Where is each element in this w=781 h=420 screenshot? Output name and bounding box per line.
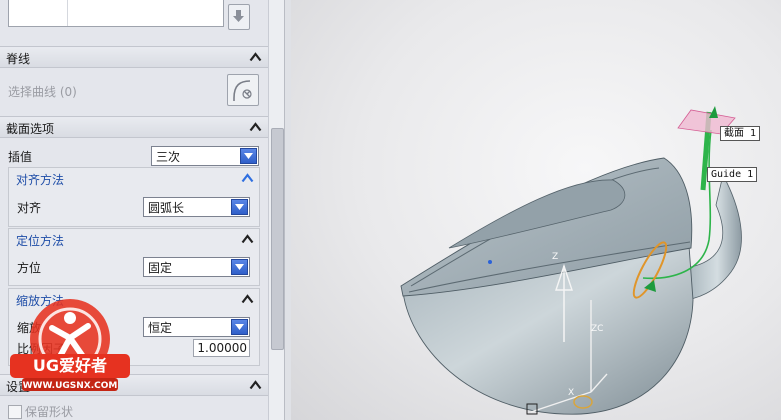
section-options-header[interactable]: 截面选项: [0, 116, 268, 138]
x-axis-label: X: [568, 388, 575, 398]
orientation-value: 固定: [148, 261, 173, 275]
teapot-model-render: [400, 106, 742, 415]
interpolation-dropdown[interactable]: 三次: [151, 146, 259, 166]
keep-shape-checkbox[interactable]: [8, 405, 22, 419]
graphics-viewport[interactable]: 截面 1 Guide 1 Z ZC X: [291, 0, 781, 420]
sweep-dialog-panel: 脊线 选择曲线 (0) 截面选项 插值 三次 对齐方法 对齐 圆弧长 定位方法: [0, 0, 268, 420]
z-axis-label: Z: [552, 252, 559, 262]
collapse-chevron-icon[interactable]: [241, 293, 254, 304]
orientation-label: 方位: [17, 261, 42, 275]
watermark-brand-text: UG爱好者: [33, 356, 107, 375]
dropdown-arrow-icon: [231, 319, 248, 335]
scale-factor-value: 1.00000: [197, 341, 247, 355]
section-options-title: 截面选项: [6, 122, 55, 136]
scale-factor-input[interactable]: 1.00000: [193, 339, 250, 357]
select-curve-label: 选择曲线 (0): [8, 85, 77, 99]
arrow-down-icon: [233, 10, 244, 22]
dropdown-arrow-icon: [231, 259, 248, 275]
alignment-method-header[interactable]: 对齐方法: [9, 168, 259, 188]
collapse-chevron-icon[interactable]: [249, 379, 262, 390]
spine-section-title: 脊线: [6, 52, 31, 66]
align-dropdown[interactable]: 圆弧长: [143, 197, 250, 217]
dropdown-arrow-icon: [240, 148, 257, 164]
watermark-url-text: WWW.UGSNX.COM: [23, 381, 118, 391]
move-down-button[interactable]: [228, 4, 250, 30]
orientation-dropdown[interactable]: 固定: [143, 257, 250, 277]
dropdown-arrow-icon: [231, 199, 248, 215]
ug-watermark-logo: UG爱好者 WWW.UGSNX.COM: [10, 299, 130, 391]
section-1-label[interactable]: 截面 1: [720, 126, 761, 141]
select-curve-button[interactable]: [227, 74, 259, 106]
guide-1-label[interactable]: Guide 1: [707, 167, 758, 182]
section-list-box[interactable]: [8, 0, 224, 27]
interpolation-value: 三次: [156, 150, 181, 164]
scale-value: 恒定: [148, 321, 173, 335]
collapse-chevron-icon[interactable]: [241, 172, 254, 183]
interpolation-label: 插值: [8, 150, 33, 164]
orientation-method-title: 定位方法: [16, 234, 65, 248]
collapse-chevron-icon[interactable]: [241, 233, 254, 244]
keep-shape-label: 保留形状: [25, 405, 74, 419]
collapse-chevron-icon[interactable]: [249, 121, 262, 132]
zc-axis-label: ZC: [591, 324, 604, 334]
orientation-method-header[interactable]: 定位方法: [9, 229, 259, 249]
collapse-chevron-icon[interactable]: [249, 51, 262, 62]
curve-select-icon: [233, 80, 252, 101]
alignment-method-title: 对齐方法: [16, 173, 65, 187]
list-column-divider: [67, 0, 68, 26]
align-label: 对齐: [17, 201, 42, 215]
scrollbar-thumb[interactable]: [271, 128, 284, 350]
scale-dropdown[interactable]: 恒定: [143, 317, 250, 337]
spine-section-header[interactable]: 脊线: [0, 46, 268, 68]
align-value: 圆弧长: [148, 201, 185, 215]
panel-scrollbar[interactable]: [268, 0, 285, 420]
